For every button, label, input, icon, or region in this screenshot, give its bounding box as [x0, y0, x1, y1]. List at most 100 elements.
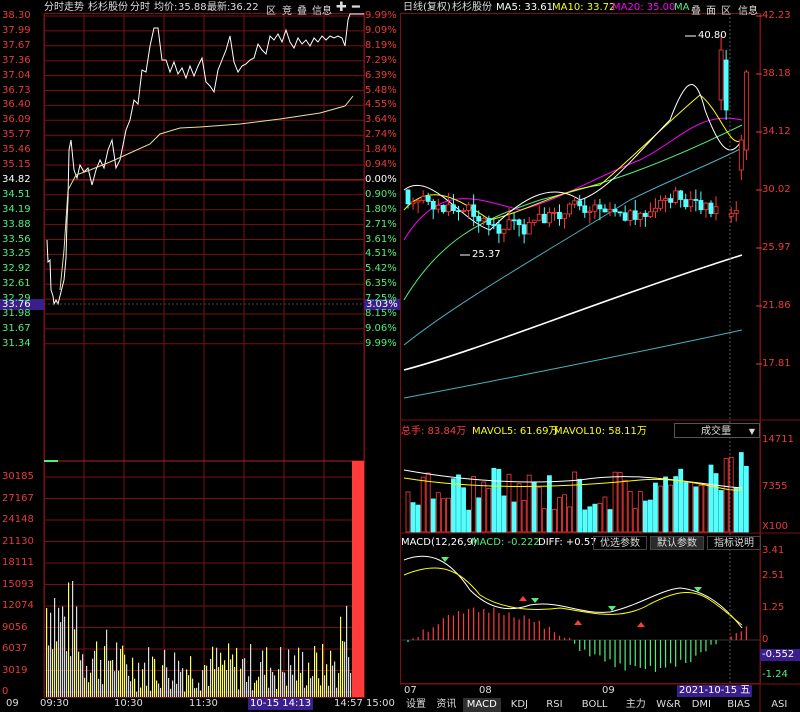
percent-tick: 5.48% — [365, 84, 397, 96]
intraday-volume-bar — [120, 649, 122, 697]
tab-4[interactable]: RSI — [542, 698, 566, 712]
intraday-volume-bar — [274, 675, 276, 697]
optimal-params-button[interactable]: 优选参数 — [593, 536, 647, 550]
daily-overlay-button[interactable]: 叠 — [691, 2, 701, 17]
intraday-chart[interactable] — [0, 0, 400, 712]
candle-up — [587, 210, 593, 213]
intraday-volume-bar — [246, 681, 248, 697]
percent-tick: 6.35% — [365, 278, 397, 290]
macd-tick-1: 1.25 — [762, 602, 785, 613]
intraday-volume-bar — [194, 688, 196, 697]
daily-price-tick: 21.86 — [762, 300, 791, 311]
macd-cross-arrow-icon — [519, 596, 527, 601]
candle-down — [430, 201, 436, 210]
candle-down — [486, 217, 492, 225]
intraday-volume-bar — [332, 665, 334, 697]
daily-volume-bar — [733, 487, 739, 533]
daily-volume-bar — [486, 488, 492, 533]
intraday-volume-bar — [178, 660, 180, 697]
volume-tick: 0 — [2, 686, 9, 697]
price-tick: 33.25 — [2, 248, 31, 260]
intraday-volume-bar — [288, 649, 290, 697]
daily-chart[interactable] — [400, 0, 800, 712]
intraday-volume-bar — [186, 669, 188, 697]
daily-volume-bar — [592, 503, 598, 533]
daily-volume-bar — [602, 496, 608, 533]
indicator-help-button[interactable]: 指标说明 — [707, 536, 761, 550]
tab-2[interactable]: MACD — [462, 698, 501, 712]
intraday-volume-bar — [316, 652, 318, 697]
tab-8[interactable]: DMI — [688, 698, 715, 712]
tab-10[interactable]: ASI — [767, 698, 791, 712]
tab-9[interactable]: BIAS — [723, 698, 754, 712]
tab-5[interactable]: BOLL — [578, 698, 612, 712]
daily-face-button[interactable]: 面 — [706, 2, 716, 17]
percent-tick: 2.71% — [365, 218, 397, 230]
candle-up — [552, 211, 557, 214]
intraday-volume-bar — [98, 678, 100, 697]
price-tick: 31.34 — [2, 337, 31, 349]
intraday-volume-bar — [324, 675, 326, 697]
intraday-volume-bar — [92, 658, 94, 697]
closing-volume-bar — [352, 461, 364, 697]
percent-tick: 3.61% — [365, 233, 397, 245]
date-tick-07: 07 — [404, 685, 417, 696]
intraday-volume-bar — [270, 667, 272, 697]
percent-tick: 7.25% — [365, 293, 397, 305]
candle-down — [440, 204, 446, 213]
zoom-out-icon[interactable]: ━ — [352, 0, 360, 15]
zoom-in-icon[interactable]: ✚ — [336, 0, 347, 15]
daily-volume-bar — [481, 481, 487, 533]
overlay-button[interactable]: 叠 — [297, 2, 307, 17]
candle-down — [541, 213, 547, 224]
candle-up — [607, 208, 613, 213]
tab-6[interactable]: 主力 — [622, 698, 650, 712]
intraday-volume-bar — [196, 687, 198, 697]
intraday-volume-bar — [240, 668, 242, 697]
percent-tick: 4.55% — [365, 99, 397, 111]
intraday-volume-bar — [210, 658, 212, 697]
candle-up — [567, 203, 573, 215]
default-params-button[interactable]: 默认参数 — [650, 536, 704, 550]
daily-volume-bar — [612, 471, 618, 533]
intraday-volume-bar — [48, 645, 50, 697]
daily-volume-bar — [410, 502, 416, 533]
intraday-volume-bar — [168, 678, 170, 697]
intraday-title: 分时走势 — [44, 2, 84, 13]
tab-0[interactable]: 设置 — [402, 698, 430, 712]
intraday-volume-bar — [146, 685, 148, 697]
daily-info-button[interactable]: 信息 — [738, 2, 758, 17]
intraday-volume-bar — [132, 657, 134, 697]
candle-down — [516, 219, 522, 226]
daily-volume-bar — [658, 485, 663, 533]
indicator-select[interactable]: 成交量 ▼ — [674, 423, 760, 438]
daily-stock-name: 杉杉股份 — [452, 2, 492, 13]
candle-up — [647, 211, 653, 217]
candle-down — [698, 200, 704, 211]
tab-1[interactable]: 资讯 — [432, 698, 460, 712]
daily-range-button[interactable]: 区 — [721, 2, 731, 17]
candle-up — [658, 200, 663, 209]
daily-volume-bar — [567, 506, 573, 533]
intraday-volume-bar — [74, 629, 76, 697]
daily-volume-bar — [506, 473, 512, 533]
intraday-volume-bar — [284, 672, 286, 697]
intraday-volume-bar — [174, 652, 176, 697]
daily-volume-bar — [622, 479, 628, 533]
info-button[interactable]: 信息 — [312, 2, 332, 17]
intraday-volume-bar — [164, 649, 166, 697]
candle-down — [456, 210, 461, 212]
intraday-volume-bar — [108, 660, 110, 697]
tab-7[interactable]: W&R — [652, 698, 685, 712]
auction-button[interactable]: 竞 — [282, 2, 292, 17]
percent-tick: 0.00% — [365, 173, 397, 185]
price-tick: 37.67 — [2, 39, 31, 51]
candle-up — [531, 219, 537, 223]
daily-volume-bar — [456, 474, 461, 533]
intraday-volume-bar — [350, 672, 352, 697]
candle-up — [703, 202, 709, 211]
intraday-volume-bar — [234, 666, 236, 697]
tab-3[interactable]: KDJ — [507, 698, 532, 712]
intraday-volume-bar — [294, 655, 296, 697]
range-button[interactable]: 区 — [266, 2, 276, 17]
